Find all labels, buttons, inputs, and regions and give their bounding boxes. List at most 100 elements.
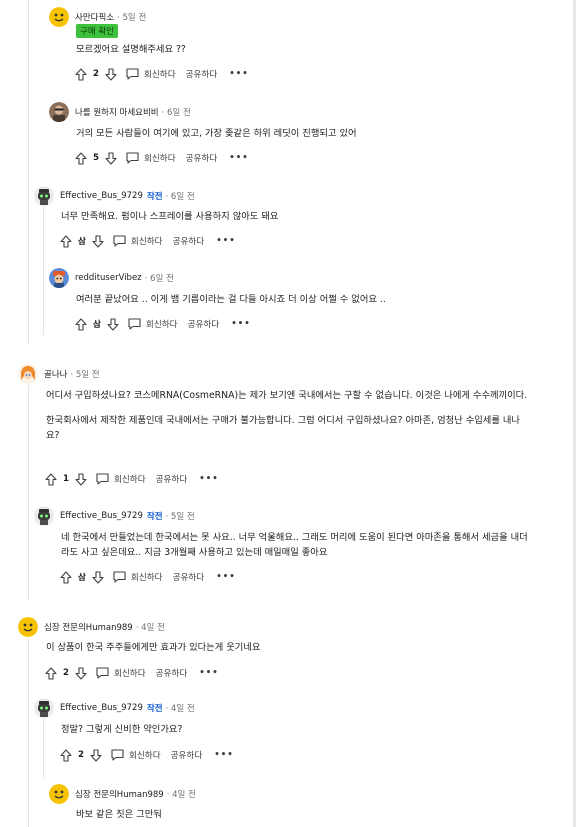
user-avatar[interactable] — [34, 186, 54, 206]
username[interactable]: Effective_Bus_9729 — [60, 511, 143, 521]
user-avatar[interactable] — [49, 102, 69, 122]
vote-count: 1 — [63, 474, 69, 484]
comment-actions: 2 회신하다 공유하다 ••• — [59, 746, 234, 764]
reply-icon — [113, 234, 127, 248]
timestamp[interactable]: · 5일 전 — [166, 510, 195, 522]
vote-count: 2 — [63, 668, 69, 678]
username[interactable]: reddituserVibez — [75, 273, 142, 283]
comment-text: 한국회사에서 제작한 제품인데 국내에서는 구매가 불가능합니다. 그럼 어디서… — [46, 415, 520, 441]
thread-line — [43, 718, 44, 778]
share-button[interactable]: 공유하다 — [156, 473, 188, 485]
upvote-icon[interactable] — [44, 666, 58, 680]
reply-button[interactable]: 회신하다 — [96, 472, 146, 486]
reply-button[interactable]: 회신하다 — [126, 67, 176, 81]
share-button[interactable]: 공유하다 — [173, 235, 205, 247]
thread-line — [43, 205, 44, 335]
comment-body: 네 한국에서 만들었는데 한국에서는 못 사요.. 너무 억울해요.. 그래도 … — [61, 530, 535, 560]
downvote-icon[interactable] — [91, 234, 105, 248]
upvote-icon[interactable] — [74, 151, 88, 165]
more-options-button[interactable]: ••• — [199, 668, 218, 678]
reply-button[interactable]: 회신하다 — [126, 151, 176, 165]
more-options-button[interactable]: ••• — [214, 750, 233, 760]
share-button[interactable]: 공유하다 — [171, 749, 203, 761]
reply-button[interactable]: 회신하다 — [128, 317, 178, 331]
comment-body: 너무 만족해요. 펌이나 스프레이를 사용하지 않아도 돼요 — [61, 209, 541, 224]
more-options-button[interactable]: ••• — [231, 319, 250, 329]
upvote-icon[interactable] — [59, 234, 73, 248]
vote-count: 2 — [78, 750, 84, 760]
timestamp[interactable]: · 6일 전 — [145, 272, 174, 284]
vote-count: 삼 — [78, 573, 86, 583]
more-options-button[interactable]: ••• — [199, 474, 218, 484]
user-avatar[interactable] — [34, 506, 54, 526]
downvote-icon[interactable] — [91, 570, 105, 584]
username[interactable]: 골나나 — [44, 368, 67, 380]
comment-text: 너무 만족해요. 펌이나 스프레이를 사용하지 않아도 돼요 — [61, 211, 279, 222]
comment-body: 여러분 끝났어요 .. 이게 뱀 기름이라는 걸 다들 아시죠 더 이상 어쩔 … — [76, 292, 546, 307]
comment-text: 이 상품이 한국 주주들에게만 효과가 있다는게 웃기네요 — [46, 642, 261, 653]
upvote-icon[interactable] — [44, 472, 58, 486]
timestamp[interactable]: · 4일 전 — [167, 788, 196, 800]
reply-icon — [96, 472, 110, 486]
more-options-button[interactable]: ••• — [229, 153, 248, 163]
username[interactable]: 심장 전문의Human989 — [75, 788, 164, 800]
comment-body: 이 상품이 한국 주주들에게만 효과가 있다는게 웃기네요 — [46, 640, 526, 655]
downvote-icon[interactable] — [74, 666, 88, 680]
vote-count: 삼 — [78, 237, 86, 247]
reply-icon — [128, 317, 142, 331]
comment-text: 모르겠어요 설명해주세요 ?? — [76, 44, 186, 55]
username[interactable]: 나를 원하지 마세요비비 — [75, 106, 159, 118]
username[interactable]: Effective_Bus_9729 — [60, 191, 143, 201]
more-options-button[interactable]: ••• — [229, 69, 248, 79]
downvote-icon[interactable] — [74, 472, 88, 486]
user-avatar[interactable] — [18, 364, 38, 384]
thread-line — [28, 385, 29, 600]
timestamp[interactable]: · 5일 전 — [70, 368, 99, 380]
timestamp[interactable]: · 6일 전 — [166, 190, 195, 202]
username[interactable]: 심장 전문의Human989 — [44, 621, 133, 633]
reply-button[interactable]: 회신하다 — [113, 570, 163, 584]
more-options-button[interactable]: ••• — [216, 572, 235, 582]
upvote-icon[interactable] — [74, 67, 88, 81]
comment-text: 거의 모든 사람들이 여기에 있고, 가장 좆같은 하위 레딧이 진행되고 있어 — [76, 128, 357, 139]
comment-text: 바보 같은 짓은 그만둬 — [76, 809, 162, 820]
user-avatar[interactable] — [34, 698, 54, 718]
reply-button[interactable]: 회신하다 — [96, 666, 146, 680]
upvote-icon[interactable] — [59, 748, 73, 762]
timestamp[interactable]: · 5일 전 — [117, 11, 146, 23]
reply-button[interactable]: 회신하다 — [113, 234, 163, 248]
more-options-button[interactable]: ••• — [216, 236, 235, 246]
timestamp[interactable]: · 4일 전 — [166, 702, 195, 714]
reply-icon — [96, 666, 110, 680]
comment-actions: 삼 회신하다 공유하다 ••• — [59, 568, 236, 586]
share-button[interactable]: 공유하다 — [186, 152, 218, 164]
vote-count: 2 — [93, 69, 99, 79]
timestamp[interactable]: · 6일 전 — [162, 106, 191, 118]
comment-actions: 1 회신하다 공유하다 ••• — [44, 470, 219, 488]
downvote-icon[interactable] — [104, 151, 118, 165]
comment-text: 정말? 그렇게 신비한 약인가요? — [61, 724, 183, 735]
upvote-icon[interactable] — [59, 570, 73, 584]
user-avatar[interactable] — [49, 268, 69, 288]
share-button[interactable]: 공유하다 — [173, 571, 205, 583]
reply-button[interactable]: 회신하다 — [111, 748, 161, 762]
timestamp[interactable]: · 4일 전 — [136, 621, 165, 633]
share-button[interactable]: 공유하다 — [156, 667, 188, 679]
comment-actions: 삼 회신하다 공유하다 ••• — [59, 232, 236, 250]
user-avatar[interactable] — [18, 617, 38, 637]
downvote-icon[interactable] — [104, 67, 118, 81]
username[interactable]: 사만다픽소 — [75, 11, 114, 23]
share-button[interactable]: 공유하다 — [186, 68, 218, 80]
flair-badge: 구매 확인 — [76, 24, 118, 38]
vote-count: 삼 — [93, 320, 101, 330]
vote-count: 5 — [93, 153, 99, 163]
user-avatar[interactable] — [49, 784, 69, 804]
user-avatar[interactable] — [49, 7, 69, 27]
thread-line — [28, 0, 29, 345]
username[interactable]: Effective_Bus_9729 — [60, 703, 143, 713]
share-button[interactable]: 공유하다 — [188, 318, 220, 330]
downvote-icon[interactable] — [106, 317, 120, 331]
downvote-icon[interactable] — [89, 748, 103, 762]
comment-body: 모르겠어요 설명해주세요 ?? — [76, 42, 546, 57]
upvote-icon[interactable] — [74, 317, 88, 331]
